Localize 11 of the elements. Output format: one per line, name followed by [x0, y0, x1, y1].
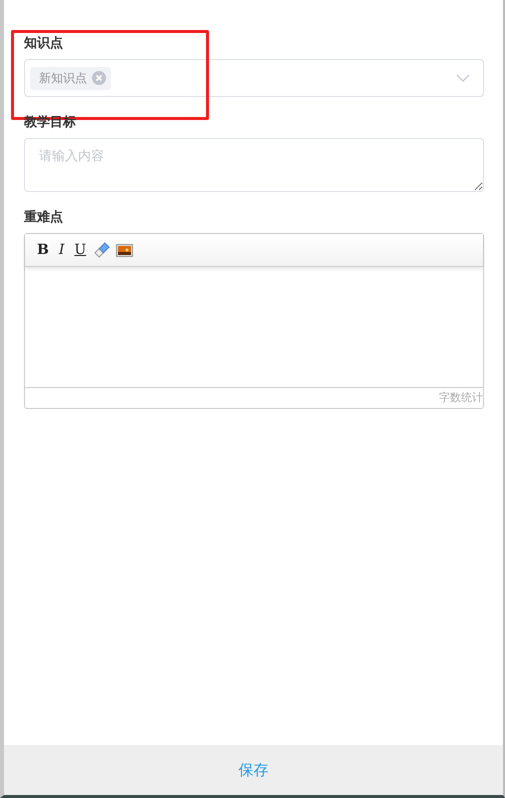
- input-field[interactable]: 请输入内容: [24, 138, 484, 192]
- underline-button[interactable]: U: [72, 242, 88, 258]
- italic-button[interactable]: I: [56, 242, 66, 258]
- image-icon[interactable]: [116, 244, 134, 256]
- field-label: 知识点: [24, 35, 64, 52]
- tag: 新知识点: [30, 66, 111, 90]
- field-label: 重难点: [24, 208, 64, 226]
- eraser-icon[interactable]: [94, 242, 110, 258]
- bold-button[interactable]: B: [35, 242, 51, 258]
- rich-text-editor[interactable]: B I U 字数统计: [24, 233, 484, 409]
- word-count: 字数统计: [439, 390, 483, 406]
